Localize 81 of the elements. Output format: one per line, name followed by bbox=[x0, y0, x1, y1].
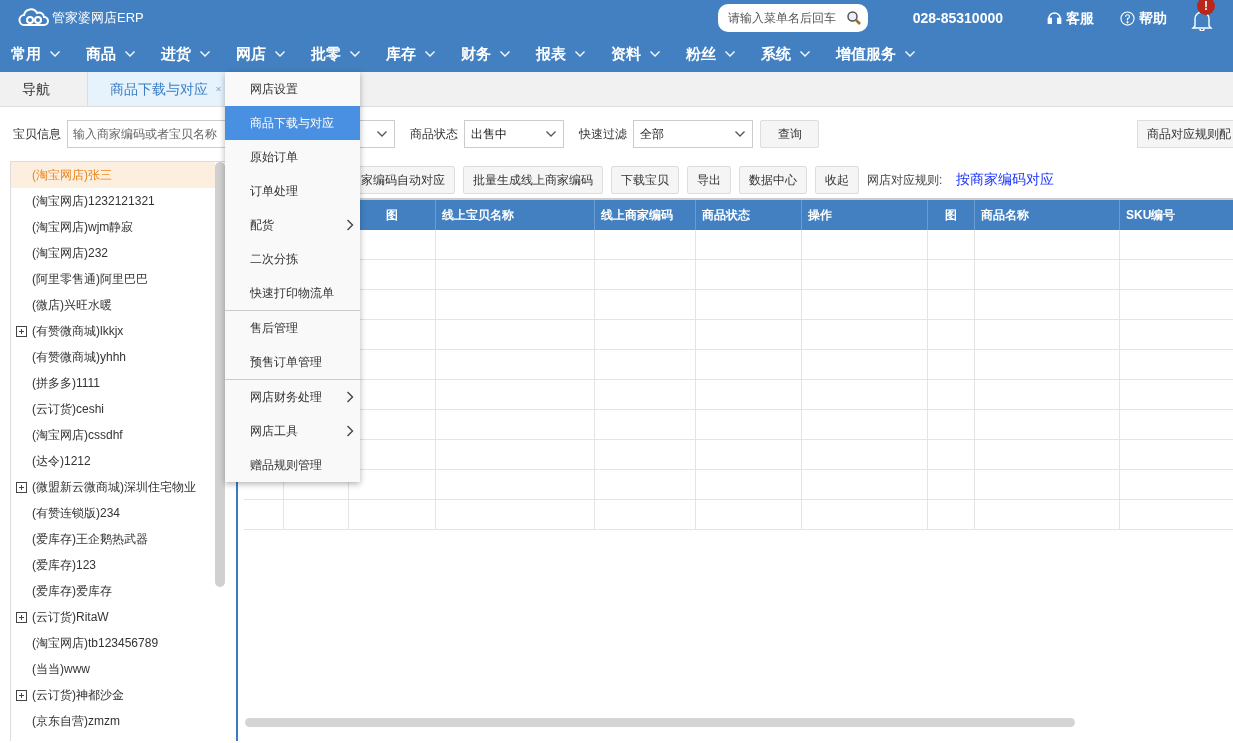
column-header: 线上宝贝名称 bbox=[436, 200, 595, 230]
shop-tree-item[interactable]: (微店)兴旺水暖 bbox=[11, 292, 215, 318]
shop-tree-item[interactable]: (云订货)ceshi bbox=[11, 396, 215, 422]
shop-tree-item[interactable]: (微盟新云微商城)深圳住宅物业 bbox=[11, 474, 215, 500]
toolbar-button[interactable]: 下载宝贝 bbox=[611, 165, 679, 194]
column-header: 商品名称 bbox=[975, 200, 1120, 230]
column-header: 图 bbox=[928, 200, 975, 230]
shop-tree-item[interactable]: (阿里零售通)阿里巴巴 bbox=[11, 266, 215, 292]
nav-menu-item[interactable]: 增值服务 bbox=[836, 42, 916, 66]
horizontal-scrollbar[interactable] bbox=[245, 718, 1075, 727]
shop-tree-item[interactable]: (爱库存)123 bbox=[11, 552, 215, 578]
shop-tree-item[interactable]: (拼多多)1111 bbox=[11, 370, 215, 396]
bell-icon[interactable] bbox=[1191, 9, 1213, 31]
page-tab[interactable]: 商品下载与对应 bbox=[87, 72, 225, 106]
scrollbar-thumb[interactable] bbox=[215, 162, 225, 587]
phone-number: 028-85310000 bbox=[912, 8, 1003, 28]
expand-icon[interactable] bbox=[16, 325, 27, 337]
nav-menu-item[interactable]: 库存 bbox=[386, 42, 436, 66]
shop-tree-item[interactable]: (云订货)神都沙金 bbox=[11, 682, 215, 708]
toolbar-button[interactable]: 数据中心 bbox=[739, 165, 807, 194]
dropdown-menu-item[interactable]: 网店工具 bbox=[225, 414, 360, 448]
shop-tree-item[interactable]: (淘宝网店)tb123456789 bbox=[11, 630, 215, 656]
status-select[interactable]: 出售中 bbox=[464, 120, 564, 148]
expand-icon[interactable] bbox=[16, 481, 27, 493]
toolbar-button[interactable]: 导出 bbox=[687, 165, 731, 194]
search-icon bbox=[845, 10, 862, 26]
nav-menu-item[interactable]: 常用 bbox=[11, 42, 61, 66]
expand-icon[interactable] bbox=[16, 611, 27, 623]
nav-menu-item[interactable]: 商品 bbox=[86, 42, 136, 66]
column-header: 线上商家编码 bbox=[595, 200, 696, 230]
nav-menu-item[interactable]: 批零 bbox=[311, 42, 361, 66]
cloud-logo-icon bbox=[18, 8, 50, 28]
nav-menu-item[interactable]: 报表 bbox=[536, 42, 586, 66]
page-tab[interactable]: 导航 bbox=[0, 72, 87, 106]
dropdown-menu-item[interactable]: 赠品规则管理 bbox=[225, 448, 360, 482]
menu-search-field[interactable]: 请输入菜单名后回车 bbox=[717, 4, 868, 32]
quick-filter-label: 快速过滤 bbox=[579, 126, 627, 143]
mapping-rules-button[interactable]: 商品对应规则配 bbox=[1137, 120, 1233, 148]
shop-tree-item[interactable]: (淘宝网店)1232121321 bbox=[11, 188, 215, 214]
status-label: 商品状态 bbox=[410, 126, 458, 143]
shop-tree-item[interactable]: (有赞微商城)yhhh bbox=[11, 344, 215, 370]
toolbar-button[interactable]: 收起 bbox=[815, 165, 859, 194]
dropdown-menu-item[interactable]: 预售订单管理 bbox=[225, 345, 360, 379]
nav-menu-item[interactable]: 资料 bbox=[611, 42, 661, 66]
dropdown-menu-item[interactable]: 网店财务处理 bbox=[225, 380, 360, 414]
query-button[interactable]: 查询 bbox=[760, 120, 819, 148]
shop-tree-item[interactable]: (云订货)RitaW bbox=[11, 604, 215, 630]
shop-tree-item[interactable]: (京东自营)zmzm bbox=[11, 708, 215, 734]
shop-tree-item[interactable]: (达令)1212 bbox=[11, 448, 215, 474]
shop-tree-item[interactable]: (爱库存)爱库存 bbox=[11, 578, 215, 604]
headset-icon bbox=[1047, 10, 1062, 26]
help-icon bbox=[1120, 10, 1135, 26]
column-header: 操作 bbox=[802, 200, 928, 230]
dropdown-menu-item[interactable]: 二次分拣 bbox=[225, 242, 360, 276]
nav-menu-item[interactable]: 财务 bbox=[461, 42, 511, 66]
dropdown-menu-item[interactable]: 快速打印物流单 bbox=[225, 276, 360, 310]
expand-icon[interactable] bbox=[16, 689, 27, 701]
shop-tree-item[interactable]: (当当)www bbox=[11, 656, 215, 682]
notification-badge: ! bbox=[1197, 0, 1215, 15]
shop-tree-item[interactable]: (有赞微商城)lkkjx bbox=[11, 318, 215, 344]
nav-menu-item[interactable]: 进货 bbox=[161, 42, 211, 66]
nav-menu-item[interactable]: 粉丝 bbox=[686, 42, 736, 66]
dropdown-menu-item[interactable]: 网店设置 bbox=[225, 72, 360, 106]
nav-menu-item[interactable]: 系统 bbox=[761, 42, 811, 66]
shop-tree-item[interactable]: (爱库存)王企鹅热武器 bbox=[11, 526, 215, 552]
quick-filter-select[interactable]: 全部 bbox=[633, 120, 753, 148]
shop-tree-item[interactable]: (有赞连锁版)234 bbox=[11, 500, 215, 526]
support-link[interactable]: 客服 bbox=[1047, 7, 1094, 29]
rule-link[interactable]: 按商家编码对应 bbox=[956, 169, 1055, 190]
column-header: 商品状态 bbox=[696, 200, 802, 230]
rule-label: 网店对应规则: bbox=[867, 171, 943, 189]
item-info-label: 宝贝信息 bbox=[13, 126, 61, 143]
logo-text: 管家婆网店ERP bbox=[52, 9, 144, 28]
shop-tree-item[interactable]: (淘宝网店)cssdhf bbox=[11, 422, 215, 448]
shop-tree-item[interactable]: (淘宝网店)wjm静寂 bbox=[11, 214, 215, 240]
dropdown-menu-item[interactable]: 售后管理 bbox=[225, 311, 360, 345]
shop-tree-item[interactable]: (淘宝网店)232 bbox=[11, 240, 215, 266]
help-link[interactable]: 帮助 bbox=[1120, 7, 1167, 29]
toolbar-button[interactable]: 批量生成线上商家编码 bbox=[463, 165, 603, 194]
nav-menu-item[interactable]: 网店 bbox=[236, 42, 286, 66]
column-header: SKU编号 bbox=[1120, 200, 1233, 230]
